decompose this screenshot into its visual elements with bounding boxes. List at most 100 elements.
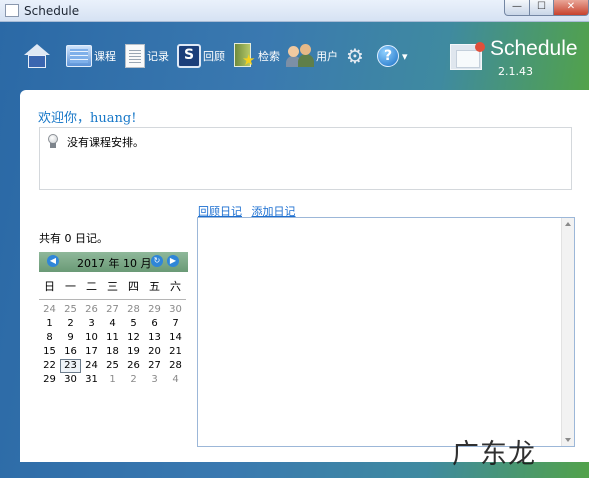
brand-logo-icon [450, 42, 486, 72]
calendar-weekday: 五 [149, 280, 160, 293]
calendar-weekday: 二 [86, 280, 97, 293]
calendar-day[interactable]: 27 [102, 303, 123, 317]
calendar-day[interactable]: 1 [39, 317, 60, 331]
calendar-day[interactable]: 25 [102, 359, 123, 373]
calendar-header: ◀ 2017 年 10 月 ↻ ▶ [39, 252, 188, 272]
calendar-day[interactable]: 24 [39, 303, 60, 317]
home-icon [24, 44, 50, 68]
calendar-day[interactable]: 27 [144, 359, 165, 373]
diary-scrollbar[interactable] [561, 218, 574, 446]
app-icon [5, 4, 19, 17]
lightbulb-icon [48, 134, 58, 148]
course-icon [66, 45, 92, 67]
diary-textarea[interactable] [197, 217, 575, 447]
toolbar-record-button[interactable]: 记录 [125, 43, 169, 69]
calendar-day[interactable]: 4 [165, 373, 186, 387]
calendar-day[interactable]: 11 [102, 331, 123, 345]
scroll-up-icon[interactable] [565, 222, 571, 226]
calendar-day[interactable]: 25 [60, 303, 81, 317]
calendar-day[interactable]: 14 [165, 331, 186, 345]
record-icon [125, 44, 145, 68]
calendar-day[interactable]: 17 [81, 345, 102, 359]
calendar-day[interactable]: 28 [165, 359, 186, 373]
toolbar-course-label: 课程 [94, 50, 116, 63]
users-icon [286, 44, 314, 68]
calendar-day[interactable]: 7 [165, 317, 186, 331]
calendar-day[interactable]: 24 [81, 359, 102, 373]
chevron-down-icon: ▾ [402, 49, 408, 63]
settings-button[interactable]: ⚙ [346, 43, 364, 69]
calendar-day[interactable]: 26 [81, 303, 102, 317]
toolbar-search-button[interactable]: ★ 检索 [234, 43, 280, 69]
next-month-icon[interactable]: ▶ [167, 255, 179, 267]
window-title: Schedule [24, 4, 80, 18]
calendar-day[interactable]: 2 [60, 317, 81, 331]
calendar-weekday: 六 [170, 280, 181, 293]
calendar-day[interactable]: 5 [123, 317, 144, 331]
toolbar-users-label: 用户 [316, 50, 338, 63]
calendar-day[interactable]: 28 [123, 303, 144, 317]
welcome-heading: 欢迎你，huang! [38, 111, 137, 126]
calendar-weekday: 三 [107, 280, 118, 293]
calendar-divider [39, 299, 186, 300]
main-panel: 欢迎你，huang! 没有课程安排。 回顾日记 添加日记 共有 0 日记。 ◀ … [20, 90, 589, 462]
help-button[interactable]: ? ▾ [377, 43, 408, 69]
calendar-day[interactable]: 4 [102, 317, 123, 331]
calendar-grid: 日一二三四五六 24 25 26 27 28 29 30 1 2 3 4 5 6 7 8 9 10 11 12 13 14… [39, 277, 188, 387]
calendar-day[interactable]: 20 [144, 345, 165, 359]
app-header: 课程 记录 回顾 ★ 检索 用户 ⚙ ? ▾ Schedule 2.1.43 [0, 22, 589, 90]
today-icon[interactable]: ↻ [151, 255, 163, 267]
toolbar-course-button[interactable]: 课程 [66, 43, 116, 69]
calendar-weekday: 一 [65, 280, 76, 293]
home-button[interactable] [24, 43, 50, 69]
diary-count: 共有 0 日记。 [39, 232, 108, 245]
calendar-day[interactable]: 29 [144, 303, 165, 317]
review-icon [177, 44, 201, 68]
calendar-weekday: 日 [44, 280, 55, 293]
calendar-day[interactable]: 29 [39, 373, 60, 387]
toolbar-review-button[interactable]: 回顾 [177, 43, 225, 69]
calendar-day[interactable]: 2 [123, 373, 144, 387]
calendar-day[interactable]: 19 [123, 345, 144, 359]
calendar-day[interactable]: 10 [81, 331, 102, 345]
calendar-day[interactable]: 9 [60, 331, 81, 345]
watermark: 广东龙网 [452, 439, 536, 470]
calendar-day[interactable]: 6 [144, 317, 165, 331]
toolbar-users-button[interactable]: 用户 [286, 43, 338, 69]
calendar-day[interactable]: 16 [60, 345, 81, 359]
calendar-day[interactable]: 22 [39, 359, 60, 373]
calendar-weekday: 四 [128, 280, 139, 293]
calendar-day[interactable]: 18 [102, 345, 123, 359]
help-icon: ? [377, 45, 399, 67]
toolbar-review-label: 回顾 [203, 50, 225, 63]
minimize-button[interactable]: — [504, 0, 530, 16]
calendar-day[interactable]: 3 [81, 317, 102, 331]
calendar-day[interactable]: 21 [165, 345, 186, 359]
toolbar-search-label: 检索 [258, 50, 280, 63]
calendar-day[interactable]: 23 [60, 359, 81, 373]
calendar-day[interactable]: 12 [123, 331, 144, 345]
brand-version: 2.1.43 [498, 65, 533, 78]
calendar: ◀ 2017 年 10 月 ↻ ▶ 日一二三四五六 24 25 26 27 28 29 30 1… [39, 252, 188, 387]
schedule-notice-text: 没有课程安排。 [67, 136, 144, 149]
calendar-day[interactable]: 30 [60, 373, 81, 387]
close-button[interactable]: ✕ [553, 0, 589, 16]
calendar-month-title: 2017 年 10 月 [77, 257, 152, 270]
maximize-button[interactable]: ☐ [529, 0, 554, 16]
calendar-day[interactable]: 3 [144, 373, 165, 387]
title-bar: Schedule — ☐ ✕ [0, 0, 589, 22]
calendar-day[interactable]: 8 [39, 331, 60, 345]
calendar-day[interactable]: 13 [144, 331, 165, 345]
previous-month-icon[interactable]: ◀ [47, 255, 59, 267]
search-icon: ★ [234, 43, 256, 69]
calendar-day[interactable]: 30 [165, 303, 186, 317]
toolbar-record-label: 记录 [147, 50, 169, 63]
scroll-down-icon[interactable] [565, 438, 571, 442]
brand-name: Schedule [490, 37, 578, 60]
gear-icon: ⚙ [346, 44, 364, 68]
calendar-day[interactable]: 1 [102, 373, 123, 387]
calendar-day[interactable]: 31 [81, 373, 102, 387]
schedule-notice: 没有课程安排。 [39, 127, 572, 190]
calendar-day[interactable]: 26 [123, 359, 144, 373]
calendar-day[interactable]: 15 [39, 345, 60, 359]
